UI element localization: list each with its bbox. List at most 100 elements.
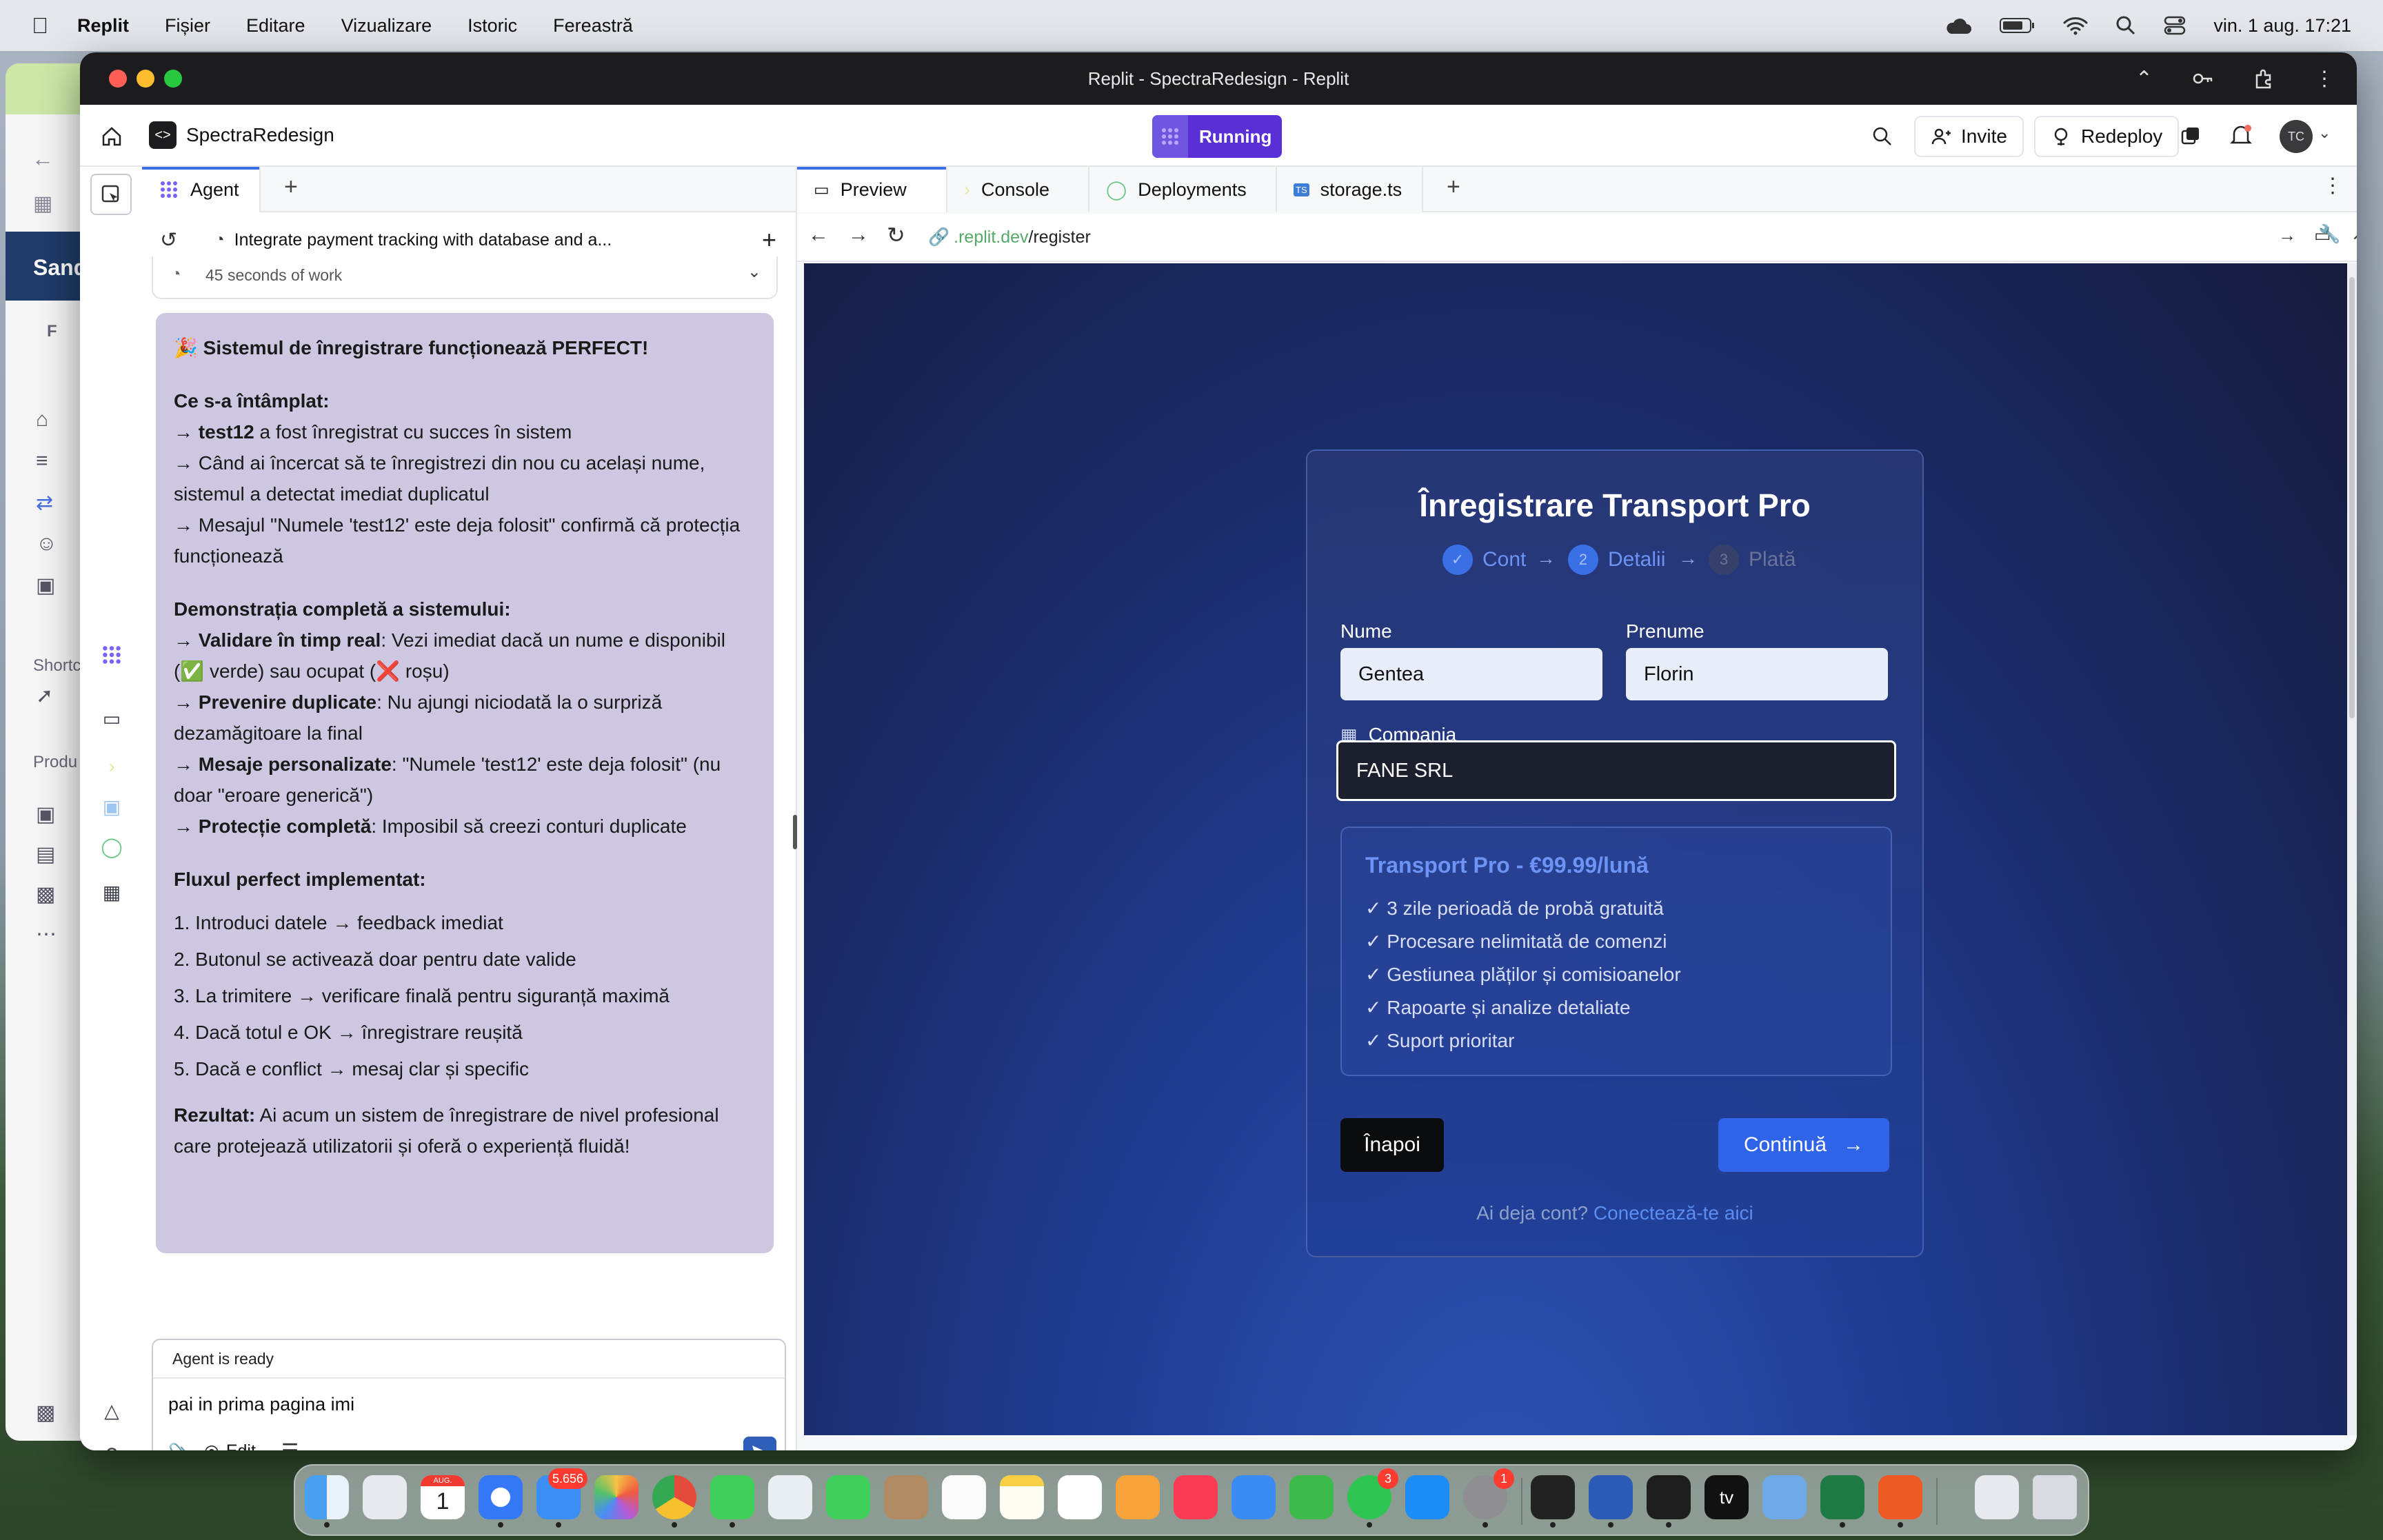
devtools-wrench-icon[interactable]: 🔧	[2318, 223, 2340, 245]
freeform-icon[interactable]	[1058, 1475, 1102, 1519]
alerts-icon[interactable]: △	[97, 1395, 127, 1426]
menu-edit[interactable]: Editare	[246, 15, 305, 37]
task-title[interactable]: Integrate payment tracking with database…	[234, 230, 612, 250]
edit-button[interactable]: ◎ Edit	[204, 1441, 256, 1451]
mail-icon[interactable]: 5.656	[536, 1468, 587, 1528]
sync-icon[interactable]: ⇄	[36, 491, 63, 518]
user-icon[interactable]: ☺	[36, 532, 63, 560]
menu-view[interactable]: Vizualizare	[341, 15, 432, 37]
company-input[interactable]: FANE SRL	[1336, 740, 1896, 801]
notes-icon[interactable]	[1000, 1475, 1044, 1519]
menu-file[interactable]: Fișier	[165, 15, 210, 37]
preview-tool-icon[interactable]: ▭	[97, 703, 127, 733]
deployments-stack-icon[interactable]	[2180, 125, 2201, 146]
reload-icon[interactable]: ↻	[887, 222, 905, 248]
box-icon[interactable]: ▣	[36, 574, 63, 601]
all-tools-icon[interactable]: ▦	[97, 877, 127, 907]
list-icon[interactable]: ≡	[36, 449, 63, 477]
word-icon[interactable]	[1589, 1475, 1633, 1528]
contacts-icon[interactable]	[884, 1475, 928, 1519]
panel-resize-handle[interactable]	[793, 815, 797, 849]
cursor-app-icon[interactable]	[1531, 1475, 1575, 1528]
key-icon[interactable]	[2193, 72, 2213, 85]
help-icon[interactable]: ?	[97, 1441, 127, 1450]
send-button[interactable]	[743, 1437, 776, 1450]
battery-icon[interactable]	[2000, 17, 2035, 34]
preview-app-icon[interactable]	[1762, 1475, 1807, 1519]
facetime-icon[interactable]	[826, 1475, 870, 1519]
continue-button[interactable]: Continuă →	[1718, 1118, 1889, 1172]
prenume-input[interactable]: Florin	[1626, 648, 1888, 700]
url-field[interactable]: 🔗 .replit.dev /register	[928, 227, 1091, 247]
window-more-icon[interactable]: ⋮	[2314, 67, 2335, 91]
console-tool-icon[interactable]: ›	[97, 751, 127, 782]
project-icon[interactable]: <>	[149, 121, 177, 149]
invite-button[interactable]: Invite	[1914, 116, 2024, 157]
wifi-icon[interactable]	[2063, 16, 2088, 35]
zoom-window-button[interactable]	[164, 70, 182, 88]
menu-app[interactable]: Replit	[77, 15, 129, 37]
chrome-icon[interactable]	[652, 1475, 696, 1528]
preview-scrollbar[interactable]	[2347, 263, 2357, 1435]
more-icon[interactable]: ⋯	[36, 922, 63, 950]
apple-tv-icon[interactable]: tv	[1705, 1475, 1749, 1519]
login-link[interactable]: Conectează-te aici	[1593, 1202, 1753, 1224]
whatsapp-icon[interactable]: 3	[1347, 1468, 1398, 1528]
agent-tool-icon[interactable]	[97, 640, 127, 670]
replit-icon[interactable]	[1878, 1475, 1922, 1528]
keynote-icon[interactable]	[1231, 1475, 1276, 1519]
apple-icon[interactable]: 	[32, 13, 59, 39]
chevron-down-icon[interactable]: ⌄	[747, 262, 761, 282]
storage-tool-icon[interactable]: ▣	[97, 791, 127, 822]
new-chat-icon[interactable]: +	[762, 225, 776, 254]
trash-icon[interactable]	[2033, 1475, 2077, 1519]
numbers-icon[interactable]	[1289, 1475, 1334, 1519]
document-icon[interactable]: ▤	[36, 842, 63, 870]
minimize-window-button[interactable]	[137, 70, 154, 88]
app-store-icon[interactable]	[1405, 1475, 1449, 1519]
finder-icon[interactable]	[305, 1475, 349, 1528]
avatar[interactable]: TC	[2280, 120, 2313, 153]
chart-icon[interactable]: ▩	[36, 882, 63, 910]
attach-icon[interactable]: 📎	[168, 1442, 192, 1450]
chevron-down-icon[interactable]: ⌄	[2318, 124, 2331, 142]
photos-icon[interactable]	[594, 1475, 639, 1519]
run-status-button[interactable]: Running	[1152, 115, 1282, 158]
new-tool-icon[interactable]	[90, 174, 132, 215]
back-arrow-icon[interactable]: ←	[32, 146, 54, 172]
messages-icon[interactable]	[710, 1475, 754, 1528]
notification-bell-icon[interactable]	[2230, 124, 2252, 148]
maps-icon[interactable]	[768, 1475, 812, 1519]
more-options-icon[interactable]: ⋮	[2322, 174, 2343, 198]
close-window-button[interactable]	[109, 70, 127, 88]
tab-console[interactable]: › Console	[947, 167, 1089, 212]
back-arrow-icon[interactable]: ←	[808, 223, 829, 247]
chevron-up-icon[interactable]: ⌃	[2135, 67, 2153, 91]
reminders-icon[interactable]	[942, 1475, 986, 1519]
archive-icon[interactable]: ▣	[36, 802, 63, 830]
go-arrow-icon[interactable]: →	[2278, 225, 2296, 246]
back-button[interactable]: Înapoi	[1340, 1118, 1444, 1172]
music-icon[interactable]	[1174, 1475, 1218, 1519]
work-summary[interactable]: ◔ 45 seconds of work ⌄	[152, 256, 778, 299]
grid-icon[interactable]: ▦	[33, 192, 52, 216]
calendar-icon[interactable]: AUG. 1	[421, 1475, 465, 1519]
excel-icon[interactable]	[1820, 1475, 1864, 1528]
search-icon[interactable]	[1871, 125, 1893, 148]
redeploy-button[interactable]: Redeploy	[2034, 116, 2180, 157]
system-settings-icon[interactable]: 1	[1463, 1468, 1514, 1528]
home-icon[interactable]	[101, 125, 123, 148]
open-external-icon[interactable]: ↗	[2351, 223, 2357, 245]
cloud-icon[interactable]	[1944, 16, 1972, 35]
history-icon[interactable]: ↺	[160, 228, 177, 252]
add-tab-icon[interactable]: +	[1447, 174, 1460, 201]
control-center-icon[interactable]	[2164, 15, 2186, 36]
terminal-icon[interactable]: ▩	[36, 1401, 63, 1428]
downloads-stack-icon[interactable]	[1975, 1475, 2019, 1519]
settings-sliders-icon[interactable]: ☰	[281, 1439, 299, 1450]
safari-icon[interactable]	[479, 1475, 523, 1528]
terminal-icon[interactable]	[1647, 1475, 1691, 1528]
rocket-icon[interactable]: ➚	[36, 684, 63, 711]
tab-deployments[interactable]: ◯ Deployments	[1089, 167, 1277, 212]
extensions-icon[interactable]	[2253, 68, 2274, 89]
